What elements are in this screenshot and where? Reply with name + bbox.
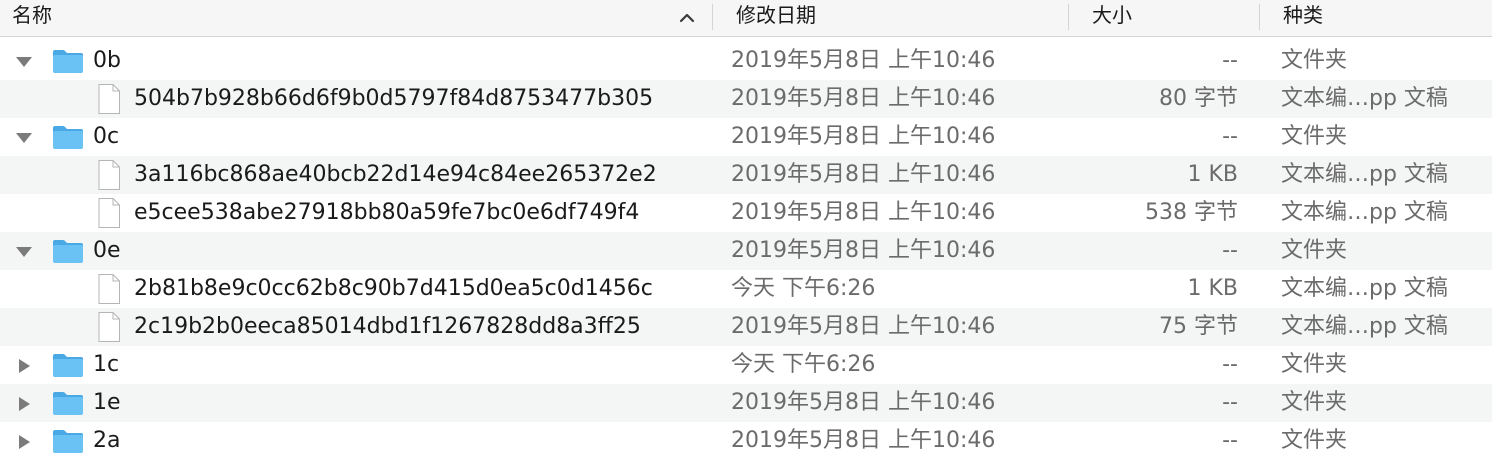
file-size: 538 字节: [1145, 200, 1238, 225]
file-list: 0b 2019年5月8日 上午10:46 -- 文件夹 504b7b928b66d6f9…: [0, 42, 1492, 460]
file-name: 2c19b2b0eeca85014dbd1f1267828dd8a3ff25: [134, 314, 641, 339]
folder-row[interactable]: 0c 2019年5月8日 上午10:46 -- 文件夹: [0, 118, 1492, 156]
document-icon: [98, 84, 120, 114]
file-name: 2b81b8e9c0cc62b8c90b7d415d0ea5c0d1456c: [134, 276, 653, 301]
file-kind: 文件夹: [1281, 428, 1348, 453]
file-kind: 文本编…pp 文稿: [1281, 200, 1448, 225]
file-name: 0e: [93, 238, 121, 263]
modified-date: 2019年5月8日 上午10:46: [731, 124, 996, 149]
modified-date: 2019年5月8日 上午10:46: [731, 428, 996, 453]
triangle-right-icon[interactable]: [14, 434, 34, 450]
file-size: --: [1222, 390, 1238, 415]
file-size: 1 KB: [1187, 276, 1238, 301]
file-name: 504b7b928b66d6f9b0d5797f84d8753477b305: [134, 86, 654, 111]
column-header-name-label: 名称: [12, 3, 52, 27]
triangle-down-icon[interactable]: [14, 244, 34, 260]
column-header-date[interactable]: 修改日期: [712, 0, 1068, 37]
modified-date: 2019年5月8日 上午10:46: [731, 314, 996, 339]
file-name: 2a: [93, 428, 121, 453]
column-header-kind[interactable]: 种类: [1259, 0, 1492, 37]
file-size: --: [1222, 238, 1238, 263]
file-kind: 文件夹: [1281, 352, 1348, 377]
file-row[interactable]: 2c19b2b0eeca85014dbd1f1267828dd8a3ff25 20…: [0, 308, 1492, 346]
modified-date: 2019年5月8日 上午10:46: [731, 48, 996, 73]
modified-date: 2019年5月8日 上午10:46: [731, 390, 996, 415]
file-kind: 文本编…pp 文稿: [1281, 314, 1448, 339]
file-row[interactable]: 3a116bc868ae40bcb22d14e94c84ee265372e2 20…: [0, 156, 1492, 194]
column-header-date-label: 修改日期: [736, 3, 816, 27]
folder-row[interactable]: 0e 2019年5月8日 上午10:46 -- 文件夹: [0, 232, 1492, 270]
file-size: --: [1222, 352, 1238, 377]
file-kind: 文件夹: [1281, 48, 1348, 73]
file-name: 1c: [93, 352, 120, 377]
column-header-name[interactable]: 名称: [0, 0, 712, 37]
file-size: --: [1222, 48, 1238, 73]
file-name: 0b: [93, 48, 121, 73]
file-row[interactable]: e5cee538abe27918bb80a59fe7bc0e6df749f4 20…: [0, 194, 1492, 232]
modified-date: 2019年5月8日 上午10:46: [731, 200, 996, 225]
document-icon: [98, 274, 120, 304]
file-name: 0c: [93, 124, 120, 149]
document-icon: [98, 198, 120, 228]
file-size: 75 字节: [1159, 314, 1238, 339]
modified-date: 今天 下午6:26: [731, 352, 876, 377]
file-name: 1e: [93, 390, 121, 415]
column-header-bar: 名称 修改日期 大小 种类: [0, 0, 1492, 37]
column-header-size[interactable]: 大小: [1068, 0, 1259, 37]
document-icon: [98, 160, 120, 190]
file-kind: 文件夹: [1281, 238, 1348, 263]
folder-icon: [53, 430, 83, 453]
chevron-up-icon: [679, 13, 695, 23]
folder-icon: [53, 354, 83, 377]
folder-row[interactable]: 2a 2019年5月8日 上午10:46 -- 文件夹: [0, 422, 1492, 460]
file-size: --: [1222, 124, 1238, 149]
triangle-down-icon[interactable]: [14, 130, 34, 146]
file-size: 1 KB: [1187, 162, 1238, 187]
triangle-right-icon[interactable]: [14, 358, 34, 374]
file-row[interactable]: 504b7b928b66d6f9b0d5797f84d8753477b305 20…: [0, 80, 1492, 118]
file-name: 3a116bc868ae40bcb22d14e94c84ee265372e2: [134, 162, 657, 187]
folder-icon: [53, 240, 83, 263]
column-header-size-label: 大小: [1092, 3, 1132, 27]
folder-row[interactable]: 1e 2019年5月8日 上午10:46 -- 文件夹: [0, 384, 1492, 422]
file-kind: 文件夹: [1281, 124, 1348, 149]
folder-row[interactable]: 0b 2019年5月8日 上午10:46 -- 文件夹: [0, 42, 1492, 80]
file-size: --: [1222, 428, 1238, 453]
triangle-right-icon[interactable]: [14, 396, 34, 412]
folder-row[interactable]: 1c 今天 下午6:26 -- 文件夹: [0, 346, 1492, 384]
modified-date: 今天 下午6:26: [731, 276, 876, 301]
folder-icon: [53, 50, 83, 73]
file-name: e5cee538abe27918bb80a59fe7bc0e6df749f4: [134, 200, 640, 225]
modified-date: 2019年5月8日 上午10:46: [731, 162, 996, 187]
file-size: 80 字节: [1159, 86, 1238, 111]
triangle-down-icon[interactable]: [14, 54, 34, 70]
modified-date: 2019年5月8日 上午10:46: [731, 238, 996, 263]
column-header-kind-label: 种类: [1283, 3, 1323, 27]
modified-date: 2019年5月8日 上午10:46: [731, 86, 996, 111]
file-kind: 文本编…pp 文稿: [1281, 86, 1448, 111]
document-icon: [98, 312, 120, 342]
folder-icon: [53, 126, 83, 149]
file-row[interactable]: 2b81b8e9c0cc62b8c90b7d415d0ea5c0d1456c 今天…: [0, 270, 1492, 308]
file-kind: 文本编…pp 文稿: [1281, 276, 1448, 301]
file-kind: 文本编…pp 文稿: [1281, 162, 1448, 187]
file-kind: 文件夹: [1281, 390, 1348, 415]
folder-icon: [53, 392, 83, 415]
